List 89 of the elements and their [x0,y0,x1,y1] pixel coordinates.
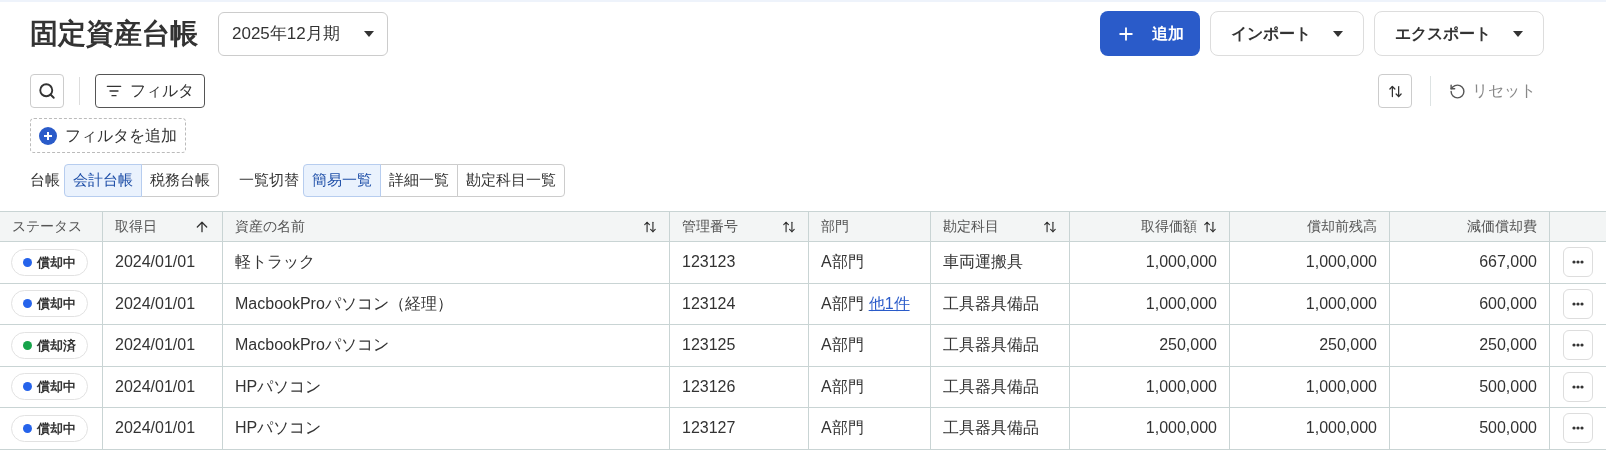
search-button[interactable] [30,74,64,108]
add-button[interactable]: 追加 [1100,11,1200,56]
table-cell-text: 123123 [682,252,736,273]
caret-icon [363,30,374,37]
caret-icon [1513,30,1523,37]
column-header[interactable]: 取得価額 [1070,212,1230,241]
table-cell-text: 2024/01/01 [115,376,196,397]
column-header[interactable]: 勘定科目 [931,212,1070,241]
ellipsis-icon [1572,426,1584,431]
column-header[interactable]: 部門 [809,212,931,241]
table-cell-text: MacbookProパソコン（経理） [235,293,453,314]
segment-label: 一覧切替 [239,170,299,191]
ellipsis-icon [1572,384,1584,389]
table-cell-text: A部門 [821,252,864,272]
table-cell-text: 2024/01/01 [115,293,196,314]
sort-icon[interactable] [782,219,796,234]
segment-label: 台帳 [30,170,60,191]
table-cell-text: 250,000 [1479,335,1537,356]
status-label: 償却中 [37,295,76,313]
reset-icon [1449,82,1466,100]
table-cell-text: 軽トラック [235,252,315,273]
table-cell-text: 500,000 [1479,418,1537,439]
more-link[interactable]: 他1件 [868,291,910,316]
ellipsis-icon [1572,301,1584,306]
reset-button[interactable]: リセット [1449,79,1536,103]
table-cell-text: A部門 [821,376,864,397]
segment-tab[interactable]: 詳細一覧 [380,164,458,197]
table-cell-text: 1,000,000 [1145,376,1217,397]
table-cell-text: A部門 [821,418,864,438]
status-label: 償却済 [37,336,76,355]
table-cell-text: 123127 [682,418,736,439]
table-cell-text: 123126 [682,376,736,397]
status-label: 償却中 [37,378,76,396]
table-cell-text: 1,000,000 [1305,252,1377,273]
table-cell-text: 667,000 [1479,252,1537,273]
table-cell-text: MacbookProパソコン [235,335,389,356]
table-cell-text: A部門 [821,335,864,355]
ellipsis-icon [1572,260,1584,265]
table-cell-text: 123124 [682,293,736,314]
table-cell-text: 1,000,000 [1145,418,1217,439]
segment-tab[interactable]: 勘定科目一覧 [457,164,565,197]
column-header[interactable]: 取得日 [103,212,223,241]
sort-icon [1387,83,1403,99]
table-cell-text: HPパソコン [235,376,322,397]
segment-tab[interactable]: 簡易一覧 [303,164,381,197]
table-cell-text: 工具器具備品 [943,293,1039,314]
table-cell-text: 600,000 [1479,293,1537,314]
filter-icon [106,83,122,99]
search-icon [38,82,56,100]
table-cell-text: A部門 [821,293,864,314]
table-cell-text: 250,000 [1319,335,1377,356]
table-cell-text: HPパソコン [235,418,322,439]
status-label: 償却中 [37,253,76,272]
segment-tab[interactable]: 税務台帳 [141,164,219,197]
menu-button[interactable]: インポート [1210,11,1364,56]
menu-button[interactable]: エクスポート [1374,11,1544,56]
sort-icon[interactable] [643,219,657,234]
segment-tab[interactable]: 会計台帳 [64,164,142,197]
table-cell-text: 1,000,000 [1305,293,1377,314]
table-cell-text: 1,000,000 [1145,293,1217,314]
column-header[interactable]: 管理番号 [670,212,809,241]
table-cell-text: 車両運搬具 [943,252,1023,273]
table-cell-text: 1,000,000 [1305,376,1377,397]
add-filter-button[interactable]: フィルタを追加 [30,118,186,153]
table-cell-text: 1,000,000 [1145,252,1217,273]
period-dropdown[interactable]: 2025年12月期 [218,11,388,56]
sort-button[interactable] [1378,74,1412,108]
filter-button[interactable]: フィルタ [95,74,205,108]
caret-icon [1333,30,1343,37]
table-cell-text: 2024/01/01 [115,252,196,273]
table-cell-text: 工具器具備品 [943,376,1039,397]
table-cell-text: 250,000 [1159,335,1217,356]
table-cell-text: 工具器具備品 [943,335,1039,356]
ellipsis-icon [1572,343,1584,348]
table-cell-text: 123125 [682,335,736,356]
column-header[interactable]: 資産の名前 [223,212,670,241]
column-header[interactable]: ステータス [0,212,103,241]
column-header[interactable]: 減価償却費 [1390,212,1550,241]
table-cell-text: 1,000,000 [1305,418,1377,439]
table-cell-text: 工具器具備品 [943,418,1039,439]
sort-icon[interactable] [1203,219,1217,234]
table-cell-text: 2024/01/01 [115,335,196,356]
page-title: 固定資産台帳 [30,16,198,51]
table-cell-text: 2024/01/01 [115,418,196,439]
table-cell-text: 500,000 [1479,376,1537,397]
column-header[interactable]: 償却前残高 [1230,212,1390,241]
status-label: 償却中 [37,419,76,438]
plus-circle-icon [39,126,57,145]
sort-icon[interactable] [1043,219,1057,234]
